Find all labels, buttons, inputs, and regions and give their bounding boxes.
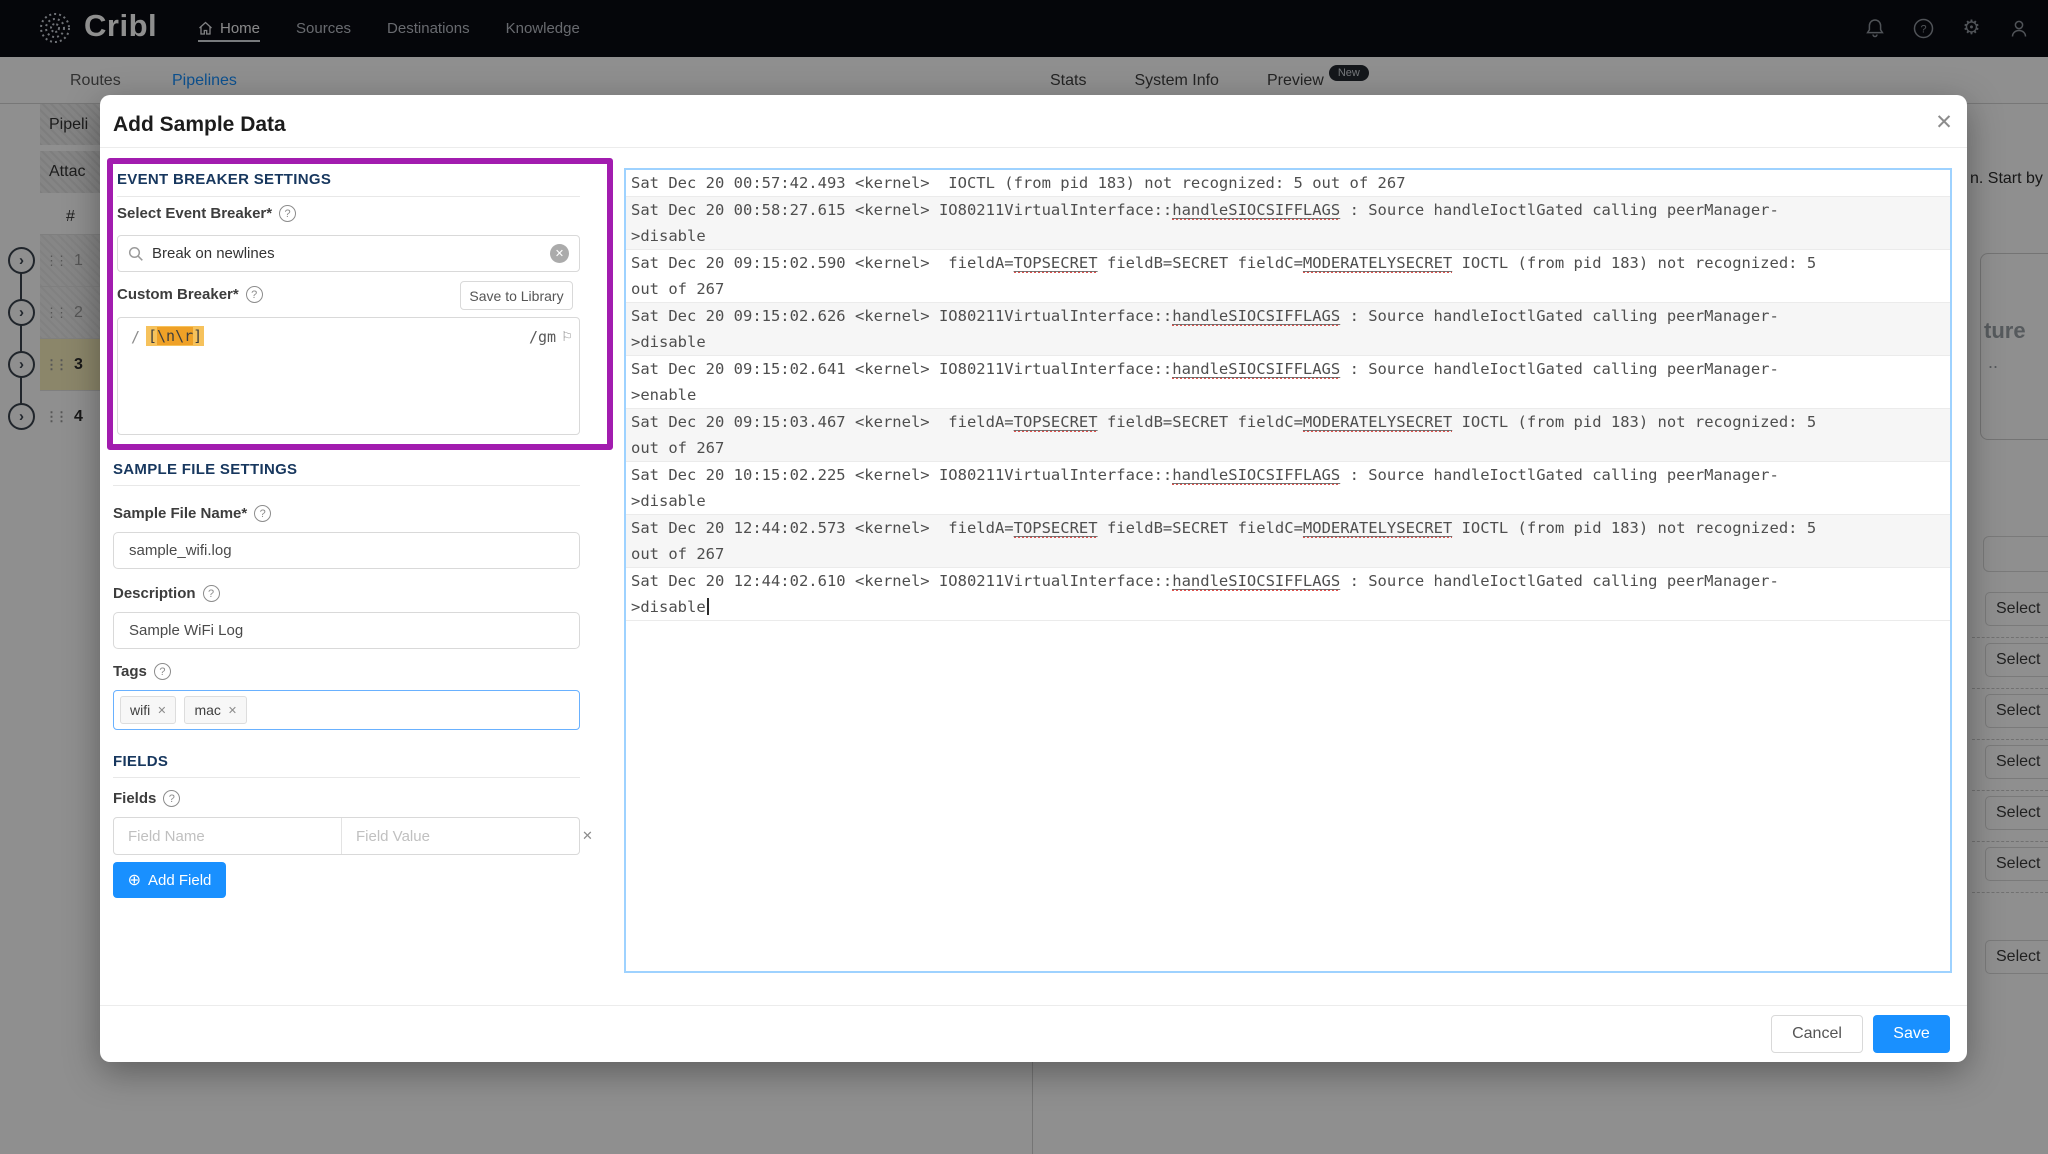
log-line: Sat Dec 20 09:15:03.467 <kernel> fieldA=… — [631, 409, 1950, 435]
regex-flags: /gm — [529, 328, 556, 346]
section-divider — [113, 777, 580, 778]
log-line: Sat Dec 20 10:15:02.225 <kernel> IO80211… — [631, 462, 1950, 488]
regex-pattern: [\n\r] — [146, 326, 204, 346]
log-line: Sat Dec 20 09:15:02.626 <kernel> IO80211… — [631, 303, 1950, 329]
log-line: Sat Dec 20 09:15:02.590 <kernel> fieldA=… — [631, 250, 1950, 276]
section-sample-file-settings: SAMPLE FILE SETTINGS — [113, 461, 297, 478]
log-line: Sat Dec 20 00:57:42.493 <kernel> IOCTL (… — [631, 170, 1950, 196]
log-event: Sat Dec 20 00:58:27.615 <kernel> IO80211… — [626, 197, 1950, 250]
modal-header-divider — [100, 147, 1967, 148]
section-divider — [113, 485, 580, 486]
regex-lead-slash: / — [131, 328, 140, 346]
sample-data-editor[interactable]: Sat Dec 20 00:57:42.493 <kernel> IOCTL (… — [624, 168, 1952, 973]
log-line: out of 267 — [631, 435, 1950, 461]
cancel-button[interactable]: Cancel — [1771, 1015, 1863, 1053]
log-event: Sat Dec 20 12:44:02.573 <kernel> fieldA=… — [626, 515, 1950, 568]
select-event-breaker-label: Select Event Breaker* ? — [117, 205, 296, 222]
remove-field-icon[interactable]: ✕ — [569, 828, 606, 844]
log-event: Sat Dec 20 10:15:02.225 <kernel> IO80211… — [626, 462, 1950, 515]
log-event: Sat Dec 20 09:15:02.641 <kernel> IO80211… — [626, 356, 1950, 409]
log-event: Sat Dec 20 09:15:02.590 <kernel> fieldA=… — [626, 250, 1950, 303]
log-event: Sat Dec 20 09:15:02.626 <kernel> IO80211… — [626, 303, 1950, 356]
log-line: >disable — [631, 594, 1950, 620]
help-icon[interactable]: ? — [163, 790, 180, 807]
log-line: out of 267 — [631, 541, 1950, 567]
section-divider — [117, 196, 580, 197]
log-line: >disable — [631, 223, 1950, 249]
section-event-breaker-settings: EVENT BREAKER SETTINGS — [117, 171, 331, 188]
log-line: Sat Dec 20 09:15:02.641 <kernel> IO80211… — [631, 356, 1950, 382]
log-event: Sat Dec 20 09:15:03.467 <kernel> fieldA=… — [626, 409, 1950, 462]
field-row: ✕ — [113, 817, 580, 855]
clear-icon[interactable]: ✕ — [550, 244, 569, 263]
sample-file-name-label: Sample File Name* ? — [113, 505, 271, 522]
screen: Cribl HomeSourcesDestinationsKnowledge ?… — [0, 0, 2048, 1154]
remove-tag-icon[interactable]: ✕ — [157, 704, 166, 717]
tag-chip-wifi: wifi✕ — [120, 696, 176, 724]
help-icon[interactable]: ? — [154, 663, 171, 680]
custom-breaker-label: Custom Breaker* ? — [117, 286, 263, 303]
save-to-library-button[interactable]: Save to Library — [460, 281, 573, 310]
fields-label: Fields ? — [113, 790, 180, 807]
modal-title: Add Sample Data — [113, 113, 286, 137]
tag-chip-mac: mac✕ — [184, 696, 247, 724]
save-button[interactable]: Save — [1873, 1015, 1950, 1053]
event-breaker-select[interactable]: Break on newlines ✕ — [117, 235, 580, 272]
custom-breaker-regex-editor[interactable]: / [\n\r] /gm ⚐ — [117, 317, 580, 435]
remove-tag-icon[interactable]: ✕ — [228, 704, 237, 717]
log-line: Sat Dec 20 00:58:27.615 <kernel> IO80211… — [631, 197, 1950, 223]
help-icon[interactable]: ? — [246, 286, 263, 303]
help-icon[interactable]: ? — [254, 505, 271, 522]
flag-icon[interactable]: ⚐ — [562, 326, 572, 345]
add-sample-data-modal: Add Sample Data ✕ EVENT BREAKER SETTINGS… — [100, 95, 1967, 1062]
log-event: Sat Dec 20 12:44:02.610 <kernel> IO80211… — [626, 568, 1950, 621]
search-icon — [128, 246, 144, 262]
description-input[interactable] — [113, 612, 580, 649]
field-name-input[interactable] — [114, 818, 342, 854]
text-cursor — [707, 598, 709, 615]
plus-icon: ⊕ — [128, 870, 141, 890]
log-event: Sat Dec 20 00:57:42.493 <kernel> IOCTL (… — [626, 170, 1950, 197]
add-field-button[interactable]: ⊕ Add Field — [113, 862, 226, 898]
description-label: Description ? — [113, 585, 220, 602]
field-value-input[interactable] — [342, 818, 569, 854]
tags-input[interactable]: wifi✕ mac✕ — [113, 690, 580, 730]
section-fields: FIELDS — [113, 753, 168, 770]
event-breaker-value: Break on newlines — [152, 245, 542, 262]
log-line: >disable — [631, 488, 1950, 514]
help-icon[interactable]: ? — [279, 205, 296, 222]
help-icon[interactable]: ? — [203, 585, 220, 602]
log-line: Sat Dec 20 12:44:02.573 <kernel> fieldA=… — [631, 515, 1950, 541]
sample-file-name-input[interactable] — [113, 532, 580, 569]
log-line: >disable — [631, 329, 1950, 355]
log-line: >enable — [631, 382, 1950, 408]
log-line: out of 267 — [631, 276, 1950, 302]
close-icon[interactable]: ✕ — [1929, 108, 1959, 138]
tags-label: Tags ? — [113, 663, 171, 680]
modal-footer-divider — [100, 1005, 1967, 1006]
log-line: Sat Dec 20 12:44:02.610 <kernel> IO80211… — [631, 568, 1950, 594]
